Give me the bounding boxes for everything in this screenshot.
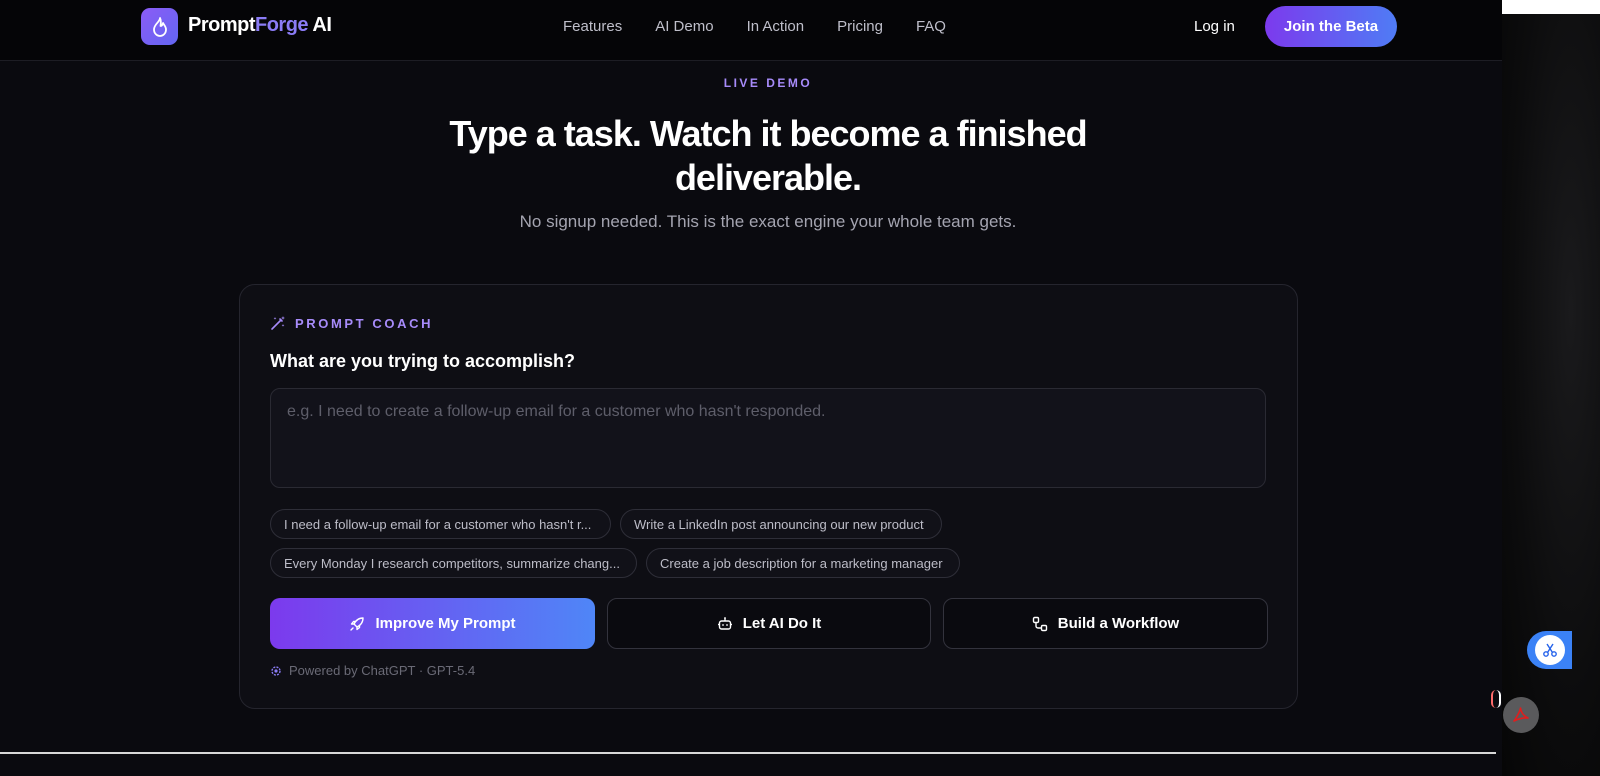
prompt-coach-label: PROMPT COACH [295,315,434,331]
task-input[interactable] [270,388,1266,488]
section-subhead: No signup needed. This is the exact engi… [519,212,1017,231]
screenshot-tool-inner [1534,635,1565,665]
login-link[interactable]: Log in [1194,18,1235,35]
side-tab-handle[interactable] [1491,690,1501,708]
workflow-icon [1032,616,1047,631]
let-ai-do-it-button[interactable]: Let AI Do It [607,598,931,649]
screenshot-tool-button[interactable] [1527,631,1572,669]
nav-link-ai-demo[interactable]: AI Demo [655,18,713,35]
scissors-icon [1542,643,1557,657]
task-question: What are you trying to accomplish? [270,351,576,371]
background-strip [1502,0,1600,14]
suggestion-chip-linkedin-post[interactable]: Write a LinkedIn post announcing our new… [620,509,942,539]
suggestion-chip-followup-email[interactable]: I need a follow-up email for a customer … [270,509,611,539]
page: PromptForge AI Features AI Demo In Actio… [0,0,1502,776]
nav-link-faq[interactable]: FAQ [916,18,946,35]
improve-prompt-button[interactable]: Improve My Prompt [270,598,595,649]
navbar: PromptForge AI Features AI Demo In Actio… [0,0,1502,61]
brand-word-ai: AI [308,14,332,36]
section-headline: Type a task. Watch it become a finished … [449,113,1087,198]
build-workflow-button[interactable]: Build a Workflow [943,598,1268,649]
powered-by-text: Powered by ChatGPT · GPT-5.4 [289,663,476,678]
page-divider [0,752,1496,754]
powered-by: Powered by ChatGPT · GPT-5.4 [270,663,475,678]
prompt-coach-card: PROMPT COACH What are you trying to acco… [239,284,1298,709]
nav-link-pricing[interactable]: Pricing [837,18,883,35]
join-beta-button[interactable]: Join the Beta [1265,6,1397,47]
nav-link-in-action[interactable]: In Action [747,18,805,35]
brand-name[interactable]: PromptForge AI [188,14,332,37]
rocket-icon [350,616,365,631]
nav-links: Features AI Demo In Action Pricing FAQ [563,18,979,35]
logo-icon[interactable] [141,8,178,45]
brand-word-forge: Forge [255,14,309,36]
gear-icon [271,665,281,676]
build-workflow-label: Build a Workflow [1057,615,1180,632]
suggestion-chip-job-description[interactable]: Create a job description for a marketing… [646,548,960,578]
robot-icon [717,616,732,630]
suggestion-chip-competitor-research[interactable]: Every Monday I research competitors, sum… [270,548,637,578]
pdf-tool-button[interactable] [1503,697,1539,733]
improve-prompt-label: Improve My Prompt [375,615,516,632]
flame-icon [152,16,167,37]
brand-word-prompt: Prompt [188,14,256,36]
section-eyebrow: LIVE DEMO [723,76,813,90]
nav-link-features[interactable]: Features [563,18,622,35]
pdf-icon [1513,707,1529,722]
magic-wand-icon [271,316,285,330]
prompt-coach-header: PROMPT COACH [270,315,433,331]
let-ai-do-it-label: Let AI Do It [742,615,822,632]
